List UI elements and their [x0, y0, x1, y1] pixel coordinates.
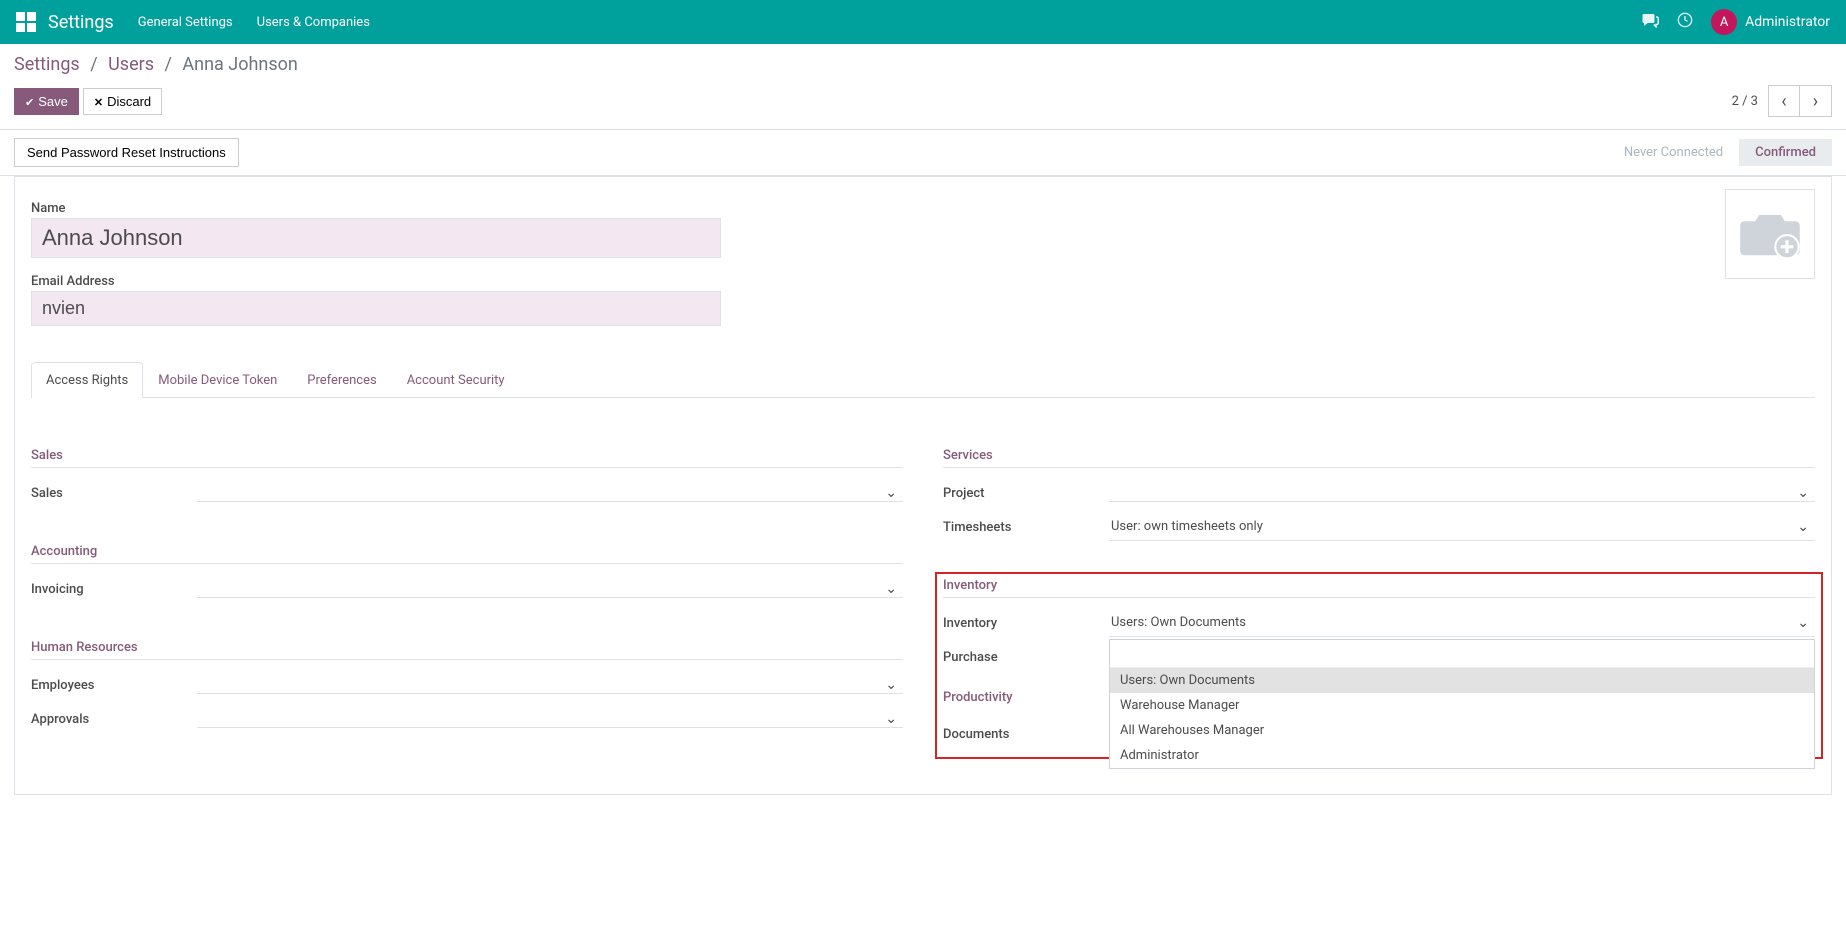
section-inventory: Inventory [943, 578, 1815, 598]
statusbar: Send Password Reset Instructions Never C… [0, 129, 1846, 176]
dropdown-option[interactable]: All Warehouses Manager [1110, 718, 1814, 743]
nav-users-companies[interactable]: Users & Companies [257, 15, 370, 30]
topbar: Settings General Settings Users & Compan… [0, 0, 1846, 44]
dropdown-option[interactable]: Users: Own Documents [1110, 668, 1814, 693]
user-name[interactable]: Administrator [1745, 14, 1830, 30]
breadcrumb-settings[interactable]: Settings [14, 54, 80, 75]
section-accounting: Accounting [31, 544, 903, 564]
pager-next-button[interactable]: › [1800, 85, 1832, 117]
breadcrumb-users[interactable]: Users [108, 54, 154, 75]
status-confirmed[interactable]: Confirmed [1739, 139, 1832, 166]
toolbar: Save Discard 2 / 3 ‹ › [0, 79, 1846, 129]
inventory-select[interactable]: Users: Own Documents ⌄ Users: Own Docume… [1109, 609, 1815, 637]
name-label: Name [31, 201, 1815, 216]
invoicing-label: Invoicing [31, 582, 197, 597]
approvals-select[interactable]: ⌄ [197, 710, 903, 728]
approvals-label: Approvals [31, 712, 197, 727]
project-label: Project [943, 486, 1109, 501]
discard-button[interactable]: Discard [83, 88, 162, 115]
tabs: Access Rights Mobile Device Token Prefer… [31, 362, 1815, 398]
employees-select[interactable]: ⌄ [197, 676, 903, 694]
project-select[interactable]: ⌄ [1109, 484, 1815, 502]
apps-icon[interactable] [16, 12, 36, 32]
pager-prev-button[interactable]: ‹ [1768, 85, 1800, 117]
dropdown-search-input[interactable] [1110, 640, 1814, 668]
avatar-upload[interactable] [1725, 189, 1815, 279]
invoicing-select[interactable]: ⌄ [197, 580, 903, 598]
tab-mobile-device-token[interactable]: Mobile Device Token [143, 362, 292, 398]
section-hr: Human Resources [31, 640, 903, 660]
activity-icon[interactable] [1677, 12, 1693, 32]
form-sheet: Name Email Address Access Rights Mobile … [14, 176, 1832, 795]
dropdown-option[interactable]: Warehouse Manager [1110, 693, 1814, 718]
close-icon [94, 94, 103, 109]
user-avatar[interactable]: A [1711, 9, 1737, 35]
tab-access-rights[interactable]: Access Rights [31, 362, 143, 398]
highlighted-inventory-area: Inventory Inventory Users: Own Documents… [935, 572, 1823, 759]
pager-text: 2 / 3 [1732, 94, 1758, 109]
name-input[interactable] [31, 218, 721, 258]
dropdown-option[interactable]: Administrator [1110, 743, 1814, 768]
tab-preferences[interactable]: Preferences [292, 362, 391, 398]
section-sales: Sales [31, 448, 903, 468]
sales-select[interactable]: ⌄ [197, 484, 903, 502]
email-input[interactable] [31, 291, 721, 326]
brand-title: Settings [48, 12, 114, 33]
nav-general-settings[interactable]: General Settings [138, 15, 233, 30]
messaging-icon[interactable] [1641, 12, 1659, 32]
sales-label: Sales [31, 486, 197, 501]
status-never-connected[interactable]: Never Connected [1608, 139, 1739, 166]
purchase-label: Purchase [943, 650, 1109, 665]
timesheets-label: Timesheets [943, 520, 1109, 535]
timesheets-select[interactable]: User: own timesheets only ⌄ [1109, 513, 1815, 541]
breadcrumb-current: Anna Johnson [182, 54, 297, 75]
check-icon [25, 94, 34, 109]
send-password-reset-button[interactable]: Send Password Reset Instructions [14, 138, 239, 167]
section-services: Services [943, 448, 1815, 468]
inventory-dropdown: Users: Own Documents Warehouse Manager A… [1109, 639, 1815, 769]
email-label: Email Address [31, 274, 1815, 289]
tab-account-security[interactable]: Account Security [392, 362, 520, 398]
inventory-label: Inventory [943, 616, 1109, 631]
breadcrumb: Settings / Users / Anna Johnson [0, 44, 1846, 79]
documents-label: Documents [943, 727, 1109, 742]
save-button[interactable]: Save [14, 88, 79, 115]
camera-plus-icon [1736, 208, 1804, 260]
employees-label: Employees [31, 678, 197, 693]
